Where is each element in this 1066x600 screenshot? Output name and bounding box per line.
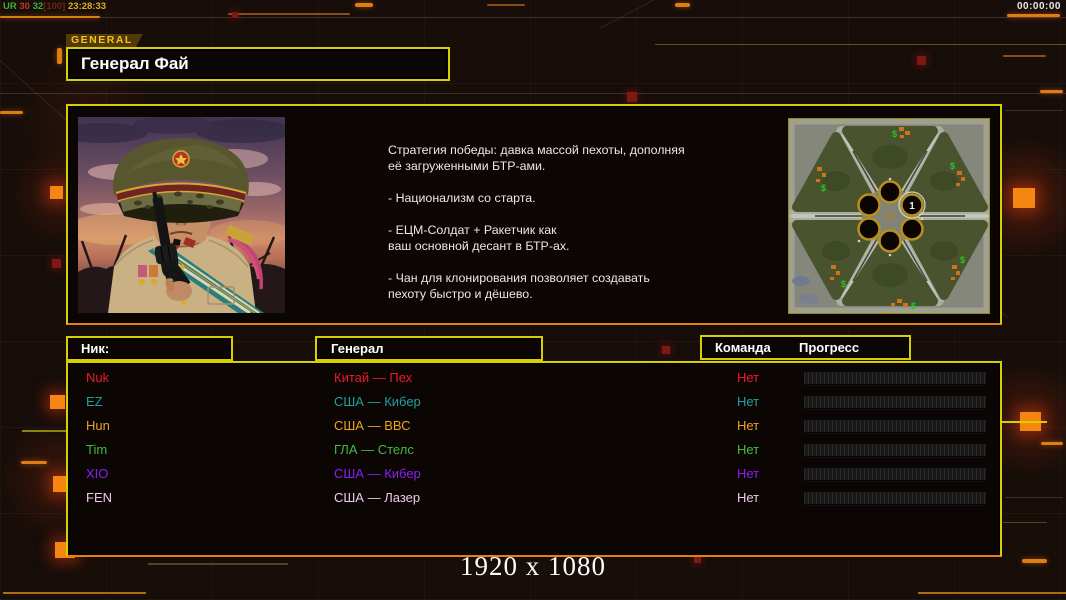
player-general: США — Кибер	[334, 466, 421, 481]
player-team: Нет	[737, 490, 760, 505]
decor-obar	[675, 3, 690, 7]
decor-rsq	[917, 56, 926, 65]
progress-bar	[803, 419, 987, 433]
decor-gline	[0, 93, 1066, 94]
progress-bar	[803, 491, 987, 505]
decor-obardim	[228, 13, 350, 15]
general-title-box: Генерал Фай	[66, 47, 450, 81]
hud-stat: 23:28:33	[68, 1, 107, 12]
decor-ydim	[655, 44, 1066, 45]
decor-rsq	[662, 346, 670, 354]
progress-bar	[803, 395, 987, 409]
hud-stat: 32	[32, 1, 44, 12]
player-row: Hun США — ВВС Нет	[68, 414, 1000, 438]
decor-obar	[355, 3, 373, 7]
player-team: Нет	[737, 442, 760, 457]
screen: UR 30 32[100] 23:28:33 00:00:00 GENERAL …	[0, 0, 1066, 600]
header-general: Генерал	[315, 336, 543, 361]
player-nick: Tim	[86, 442, 108, 457]
decor-oline	[918, 592, 1066, 594]
decor-gline2	[1003, 522, 1047, 523]
decor-gline	[1005, 110, 1063, 111]
progress-bar	[803, 371, 987, 385]
player-row: EZ США — Кибер Нет	[68, 390, 1000, 414]
player-general: Китай — Пех	[334, 370, 413, 385]
player-general: США — ВВС	[334, 418, 411, 433]
players-table: Nuk Китай — Пех Нет EZ США — Кибер Нет Hun США …	[66, 361, 1002, 557]
general-portrait-image	[78, 117, 285, 313]
player-nick: FEN	[86, 490, 112, 505]
decor-ysq	[1013, 188, 1035, 208]
map-preview: 1 $$$ $$$	[788, 118, 990, 314]
decor-diag	[599, 0, 663, 29]
hud-stat: 30	[19, 1, 33, 12]
decor-obar	[1040, 90, 1063, 93]
decor-gline	[1005, 497, 1063, 498]
decor-obar	[1007, 14, 1060, 17]
player-team: Нет	[737, 418, 760, 433]
player-row: FEN США — Лазер Нет	[68, 486, 1000, 510]
header-team-label: Команда	[715, 340, 771, 355]
general-info-panel: Стратегия победы: давка массой пехоты, д…	[66, 104, 1002, 325]
player-team: Нет	[737, 466, 760, 481]
general-title: Генерал Фай	[81, 54, 189, 73]
player-team: Нет	[737, 394, 760, 409]
player-general: ГЛА — Стелс	[334, 442, 414, 457]
decor-ysq	[50, 186, 63, 199]
header-team-progress: Команда Прогресс	[700, 335, 911, 360]
decor-rsq	[627, 92, 637, 102]
hud-stat: UR	[3, 1, 20, 12]
decor-rsq	[52, 259, 61, 268]
player-nick: EZ	[86, 394, 103, 409]
decor-yline	[1000, 421, 1047, 423]
decor-obar	[0, 16, 100, 18]
player-row: XIO США — Кибер Нет	[68, 462, 1000, 486]
decor-obar	[0, 111, 23, 114]
decor-rsq	[232, 12, 238, 18]
progress-bar	[803, 443, 987, 457]
player-general: США — Кибер	[334, 394, 421, 409]
strategy-text: Стратегия победы: давка массой пехоты, д…	[388, 143, 685, 301]
header-progress-label: Прогресс	[799, 340, 860, 355]
player-nick: Nuk	[86, 370, 110, 385]
decor-oline	[3, 592, 146, 594]
decor-obar	[57, 48, 62, 64]
player-row: Nuk Китай — Пех Нет	[68, 366, 1000, 390]
player-nick: Hun	[86, 418, 110, 433]
decor-ysq	[50, 395, 65, 409]
hud-stats: UR 30 32[100] 23:28:33	[3, 1, 106, 12]
header-nick: Ник:	[66, 336, 233, 361]
player-general: США — Лазер	[334, 490, 421, 505]
decor-obar	[21, 461, 47, 464]
decor-gline	[0, 17, 1066, 18]
hud-stat: [100]	[43, 1, 68, 12]
match-timer: 00:00:00	[1016, 1, 1061, 12]
decor-obar	[1041, 442, 1063, 445]
player-team: Нет	[737, 370, 760, 385]
player-nick: XIO	[86, 466, 109, 481]
progress-bar	[803, 467, 987, 481]
player-row: Tim ГЛА — Стелс Нет	[68, 438, 1000, 462]
decor-dimy	[22, 430, 66, 432]
general-tab-label: GENERAL	[66, 34, 143, 47]
decor-obardim	[487, 4, 525, 6]
resolution-label: 1920 x 1080	[460, 551, 606, 581]
decor-obardim	[1003, 55, 1046, 57]
